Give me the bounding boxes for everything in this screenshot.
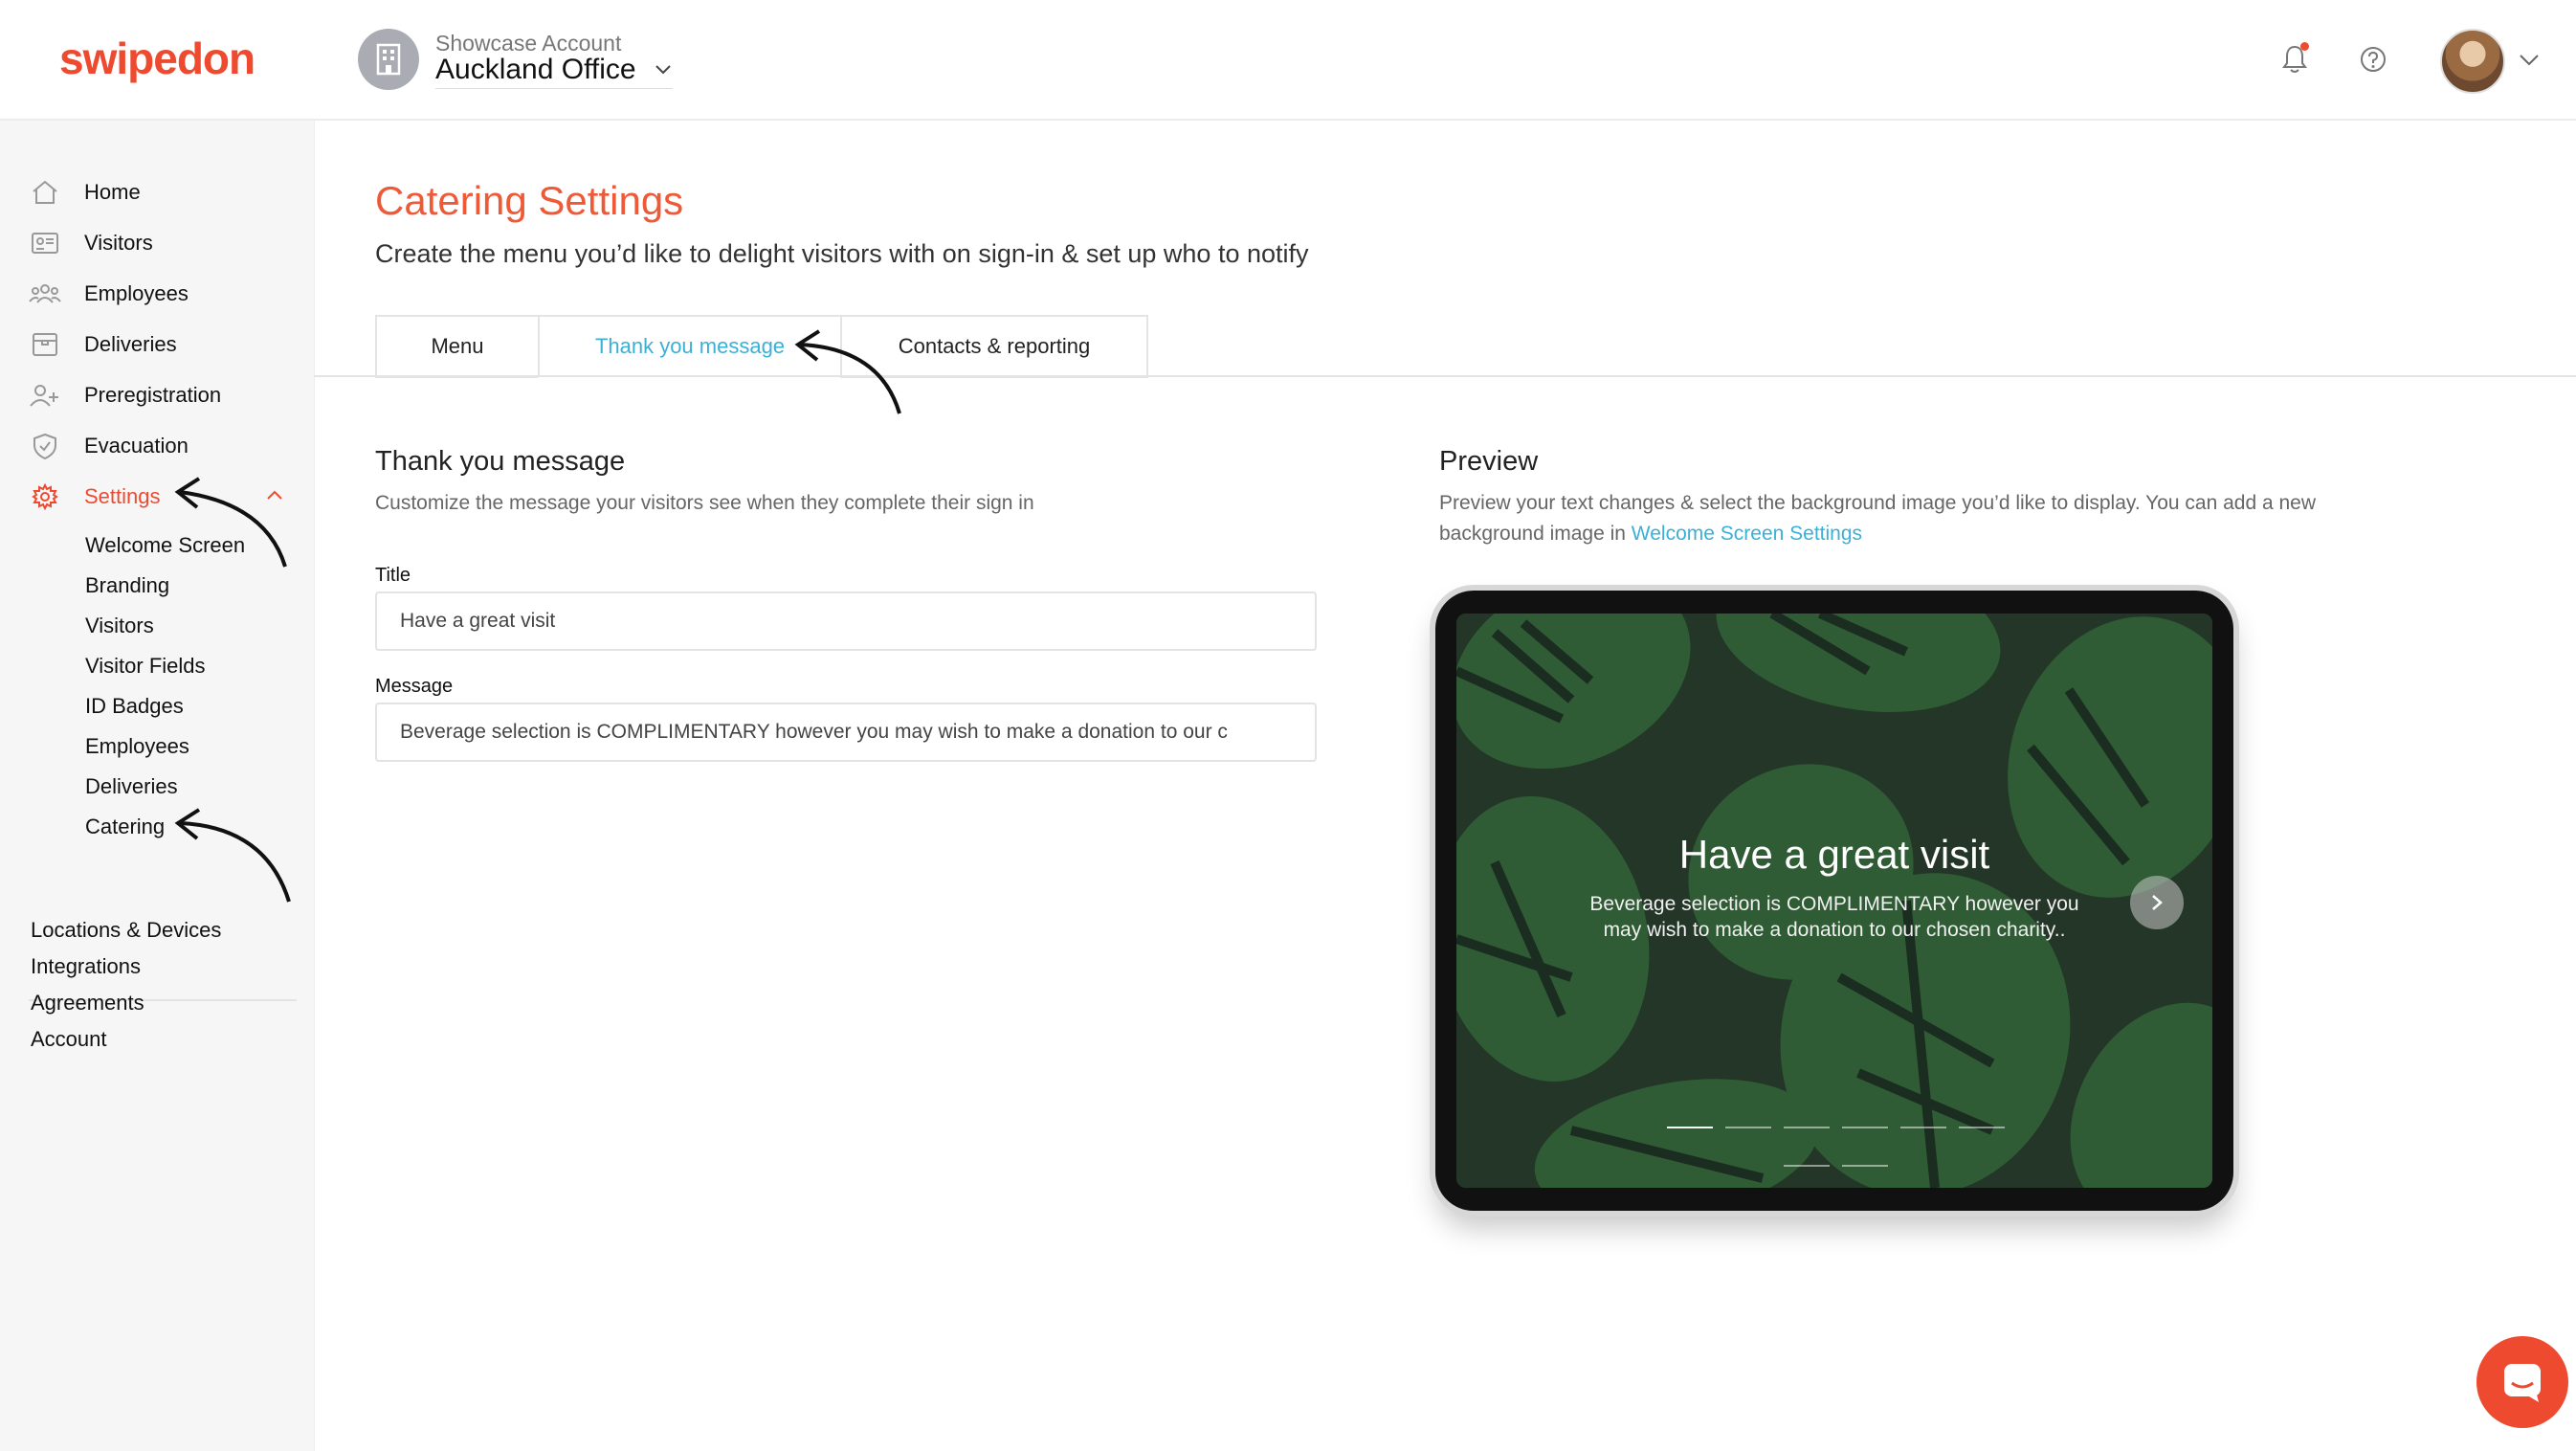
box-icon [29, 328, 61, 361]
chevron-right-icon[interactable] [2130, 876, 2184, 929]
slide-indicator[interactable] [1784, 1165, 1830, 1167]
sidebar-item-visitors[interactable]: Visitors [29, 227, 153, 259]
sidebar-item-evacuation[interactable]: Evacuation [29, 430, 189, 462]
preview-screen-message: Beverage selection is COMPLIMENTARY howe… [1589, 893, 2079, 941]
building-icon[interactable] [358, 29, 419, 90]
gear-icon [29, 480, 61, 513]
sidebar-link-integrations[interactable]: Integrations [31, 954, 141, 979]
slide-indicator[interactable] [1959, 1127, 2005, 1128]
settings-sub-branding[interactable]: Branding [85, 573, 169, 598]
page-subtitle: Create the menu you’d like to delight vi… [375, 239, 1309, 268]
preview-description-line2: background image in [1439, 523, 1632, 545]
preview-description-line1: Preview your text changes & select the b… [1439, 492, 2317, 514]
tab-menu[interactable]: Menu [375, 315, 540, 378]
sidebar-item-employees[interactable]: Employees [29, 278, 189, 310]
account-label: Showcase Account [435, 31, 622, 56]
slide-indicator[interactable] [1784, 1127, 1830, 1128]
shield-icon [29, 430, 61, 462]
page-title: Catering Settings [375, 178, 684, 223]
sidebar-item-label: Deliveries [84, 332, 177, 356]
slide-indicator[interactable] [1667, 1127, 1713, 1128]
tablet-preview: Have a great visit Beverage selection is… [1435, 591, 2233, 1211]
avatar[interactable] [2440, 29, 2505, 94]
slide-indicator[interactable] [1842, 1165, 1888, 1167]
help-icon[interactable] [2358, 44, 2388, 79]
sidebar-item-label: Preregistration [84, 383, 222, 407]
slide-indicator[interactable] [1900, 1127, 1946, 1128]
form-heading: Thank you message [375, 446, 626, 477]
visitor-card-icon [29, 227, 61, 259]
notification-dot [2300, 42, 2309, 51]
sidebar-item-settings[interactable]: Settings [29, 480, 161, 513]
home-icon [29, 176, 61, 209]
settings-sub-catering[interactable]: Catering [85, 815, 165, 839]
settings-sub-visitor-fields[interactable]: Visitor Fields [85, 654, 206, 679]
sidebar-item-deliveries[interactable]: Deliveries [29, 328, 177, 361]
sidebar-link-locations-devices[interactable]: Locations & Devices [31, 918, 221, 943]
employees-icon [29, 278, 61, 310]
settings-sub-visitors[interactable]: Visitors [85, 614, 154, 638]
sidebar-link-account[interactable]: Account [31, 1027, 107, 1052]
chat-icon [2504, 1364, 2541, 1402]
sidebar: Home Visitors Employees Deliveries Prere… [0, 119, 315, 1451]
welcome-screen-settings-link[interactable]: Welcome Screen Settings [1632, 523, 1862, 545]
sidebar-item-label: Home [84, 180, 141, 204]
title-label: Title [375, 565, 411, 586]
swipedon-logo[interactable]: swipedon [59, 33, 255, 84]
sidebar-item-label: Employees [84, 281, 189, 305]
annotation-arrow-settings [174, 477, 287, 568]
add-user-icon [29, 379, 61, 412]
preview-screen: Have a great visit Beverage selection is… [1456, 614, 2212, 1188]
chevron-down-icon[interactable] [655, 63, 672, 80]
annotation-arrow-tab [794, 329, 901, 414]
sidebar-item-label: Settings [84, 484, 161, 508]
settings-tabs: Menu Thank you message Contacts & report… [375, 315, 1148, 378]
message-input[interactable] [375, 703, 1317, 762]
preview-description: Preview your text changes & select the b… [1439, 488, 2434, 549]
form-description: Customize the message your visitors see … [375, 492, 1034, 514]
tabs-underline [314, 375, 2576, 377]
chat-launcher-button[interactable] [2476, 1336, 2568, 1428]
sidebar-item-label: Evacuation [84, 434, 189, 458]
location-underline [435, 88, 673, 89]
preview-heading: Preview [1439, 446, 1539, 477]
settings-sub-employees[interactable]: Employees [85, 734, 189, 759]
preview-screen-title: Have a great visit [1678, 832, 1990, 877]
title-input[interactable] [375, 592, 1317, 651]
annotation-arrow-catering [174, 808, 291, 903]
chevron-down-icon[interactable] [2519, 54, 2540, 72]
slide-indicator[interactable] [1842, 1127, 1888, 1128]
sidebar-item-label: Visitors [84, 231, 153, 255]
slide-indicator[interactable] [1725, 1127, 1771, 1128]
settings-sub-id-badges[interactable]: ID Badges [85, 694, 184, 719]
top-bar: swipedon Showcase Account Auckland Offic… [0, 0, 2576, 121]
location-selector[interactable]: Auckland Office [435, 54, 636, 86]
message-label: Message [375, 676, 454, 697]
sidebar-item-preregistration[interactable]: Preregistration [29, 379, 221, 412]
settings-sub-deliveries[interactable]: Deliveries [85, 774, 178, 799]
sidebar-item-home[interactable]: Home [29, 176, 141, 209]
sidebar-link-agreements[interactable]: Agreements [31, 991, 144, 1016]
